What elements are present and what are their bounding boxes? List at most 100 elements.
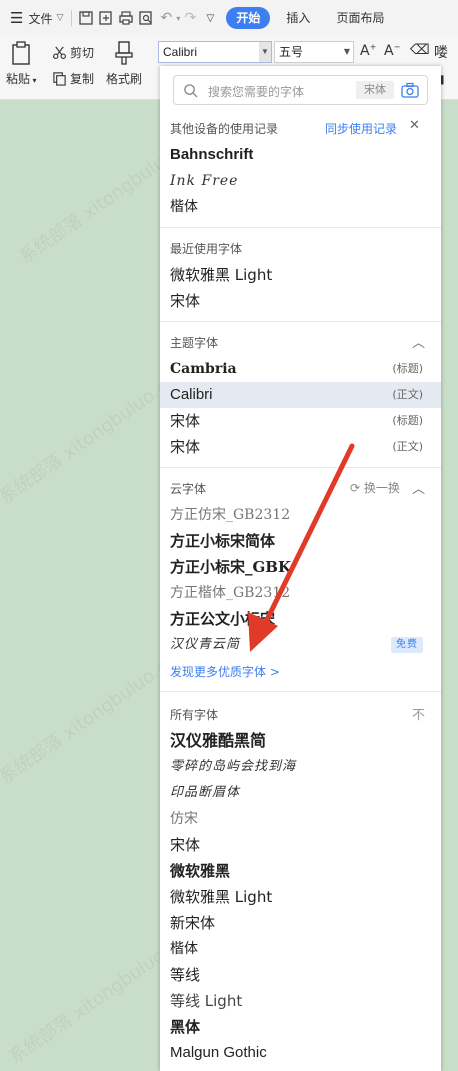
- font-item-fz-xiaobiaosong-gbk[interactable]: 方正小标宋_GBK: [160, 554, 441, 580]
- chevron-down-icon: ▽: [206, 12, 215, 24]
- theme-fonts-section-title: 主题字体: [170, 336, 219, 350]
- chevron-up-icon[interactable]: ︿: [412, 332, 425, 351]
- chevron-down-icon: ▾: [30, 76, 37, 85]
- font-size-value: 五号: [279, 45, 304, 59]
- divider: [160, 227, 441, 228]
- search-font-preview-tag: 宋体: [356, 81, 394, 99]
- search-icon: [184, 84, 198, 98]
- font-item-dengxian[interactable]: 等线: [160, 962, 441, 988]
- tab-home[interactable]: 开始: [226, 7, 271, 29]
- clear-format-button[interactable]: ⌫: [410, 42, 430, 58]
- phonetic-guide-button[interactable]: 喽: [434, 42, 448, 62]
- font-search-box[interactable]: 搜索您需要的字体 宋体: [173, 75, 428, 105]
- camera-icon[interactable]: [401, 82, 419, 98]
- pin-icon[interactable]: 不: [412, 704, 425, 723]
- recent-fonts-section-title: 最近使用字体: [170, 242, 243, 256]
- all-fonts-section-title: 所有字体: [170, 708, 219, 722]
- font-item-fz-kaiti[interactable]: 方正楷体_GB2312: [160, 580, 441, 606]
- font-item-calibri[interactable]: Calibri (正文): [160, 382, 441, 408]
- format-painter-label: 格式刷: [106, 72, 143, 86]
- eraser-icon: ⌫: [410, 42, 430, 58]
- font-item-fz-xiaobiaosong-jianti[interactable]: 方正小标宋简体: [160, 528, 441, 554]
- search-placeholder: 搜索您需要的字体: [208, 85, 305, 99]
- font-item-name: Cambria: [170, 361, 237, 377]
- divider: [160, 691, 441, 692]
- font-item-fz-gongwen-xiaobiaosong[interactable]: 方正公文小标宋: [160, 606, 441, 632]
- font-item-ink-free[interactable]: Ink Free: [160, 168, 441, 194]
- divider: [160, 321, 441, 322]
- copy-button[interactable]: 复制: [52, 70, 94, 87]
- font-name-field[interactable]: Calibri ▼: [158, 41, 272, 63]
- font-item-malgun-gothic[interactable]: Malgun Gothic: [160, 1040, 441, 1066]
- quick-access-more-button[interactable]: ▽: [200, 8, 220, 28]
- undo-button[interactable]: ↶: [156, 8, 176, 28]
- font-dropdown-panel: 搜索您需要的字体 宋体 其他设备的使用记录 同步使用记录 ✕ Bahnschri…: [160, 66, 441, 1071]
- paste-button[interactable]: 粘贴 ▾: [6, 40, 37, 87]
- font-item-songti-heading[interactable]: 宋体 (标题): [160, 408, 441, 434]
- font-item-yahei-light[interactable]: 微软雅黑 Light: [160, 262, 441, 288]
- font-item-yahei[interactable]: 微软雅黑: [160, 858, 441, 884]
- scissors-icon: [53, 46, 66, 59]
- export-icon: [99, 11, 113, 25]
- format-painter-button[interactable]: 格式刷: [106, 40, 142, 87]
- tab-page-layout[interactable]: 页面布局: [326, 7, 394, 29]
- font-dropdown-toggle[interactable]: ▼: [259, 42, 271, 62]
- cut-label: 剪切: [70, 46, 95, 60]
- save-button[interactable]: [76, 8, 96, 28]
- increase-font-size-button[interactable]: A+: [360, 42, 376, 59]
- font-item-yinpin-duanmei[interactable]: 印品断眉体: [160, 780, 441, 806]
- divider: [160, 467, 441, 468]
- print-button[interactable]: [116, 8, 136, 28]
- font-item-fz-fangsong[interactable]: 方正仿宋_GB2312: [160, 502, 441, 528]
- font-item-heiti[interactable]: 黑体: [160, 1014, 441, 1040]
- tab-insert[interactable]: 插入: [276, 7, 320, 29]
- file-menu[interactable]: ☰ 文件 ▽: [6, 5, 67, 31]
- decrease-font-size-button[interactable]: A−: [384, 42, 400, 59]
- font-item-fangsong[interactable]: 仿宋: [160, 806, 441, 832]
- font-item-tag: (标题): [392, 362, 423, 375]
- font-item-cambria[interactable]: Cambria (标题): [160, 356, 441, 382]
- chevron-down-icon: ▼: [343, 47, 350, 56]
- chevron-up-icon[interactable]: ︿: [412, 478, 425, 497]
- font-item-hy-yakuhei[interactable]: 汉仪雅酷黑简: [160, 728, 441, 754]
- font-item-dengxian-light[interactable]: 等线 Light: [160, 988, 441, 1014]
- free-badge: 免费: [391, 637, 423, 653]
- font-item-songti-all[interactable]: 宋体: [160, 832, 441, 858]
- other-devices-section-title: 其他设备的使用记录: [170, 122, 279, 136]
- font-size-field[interactable]: 五号 ▼: [274, 41, 354, 63]
- font-item-kaiti[interactable]: 楷体: [160, 194, 441, 220]
- font-item-hy-qingyun[interactable]: 汉仪青云简 免费: [160, 632, 441, 658]
- close-icon[interactable]: ✕: [409, 118, 420, 133]
- menu-bar: ☰ 文件 ▽ ↶ ▾ ↷ ▽ 开始 插入 页面布局: [0, 0, 458, 36]
- refresh-button[interactable]: ⟳ 换一换: [350, 479, 400, 496]
- font-item-name: 宋体: [170, 438, 201, 456]
- font-item-tag: (正文): [392, 388, 423, 401]
- font-grow-icon: A+: [360, 42, 377, 59]
- refresh-icon: ⟳: [350, 481, 361, 495]
- clipboard-icon: [12, 41, 30, 65]
- paste-label: 粘贴: [6, 72, 31, 86]
- font-item-yahei-light-all[interactable]: 微软雅黑 Light: [160, 884, 441, 910]
- file-menu-label: 文件: [28, 11, 53, 26]
- font-item-tag: (正文): [392, 440, 423, 453]
- font-item-tag: (标题): [392, 414, 423, 427]
- font-item-xinsongti[interactable]: 新宋体: [160, 910, 441, 936]
- printer-icon: [119, 11, 134, 25]
- discover-more-fonts-link[interactable]: 发现更多优质字体 >: [170, 663, 280, 680]
- cut-button[interactable]: 剪切: [52, 44, 94, 61]
- paintbrush-icon: [115, 41, 133, 65]
- font-name-value: Calibri: [163, 45, 198, 59]
- font-item-bahnschrift[interactable]: Bahnschrift: [160, 142, 441, 168]
- redo-button[interactable]: ↷: [180, 8, 200, 28]
- font-item-songti-body[interactable]: 宋体 (正文): [160, 434, 441, 460]
- sync-history-link[interactable]: 同步使用记录: [325, 120, 397, 137]
- refresh-label: 换一换: [363, 481, 400, 495]
- font-item-songti[interactable]: 宋体: [160, 288, 441, 314]
- phonetic-label: 喽: [434, 45, 448, 61]
- font-item-lingsui[interactable]: 零碎的岛屿会找到海: [160, 754, 441, 780]
- export-pdf-button[interactable]: [96, 8, 116, 28]
- chevron-down-icon: ▽: [56, 13, 64, 23]
- font-item-kaiti-all[interactable]: 楷体: [160, 936, 441, 962]
- divider: [71, 10, 73, 26]
- print-preview-button[interactable]: [136, 8, 156, 28]
